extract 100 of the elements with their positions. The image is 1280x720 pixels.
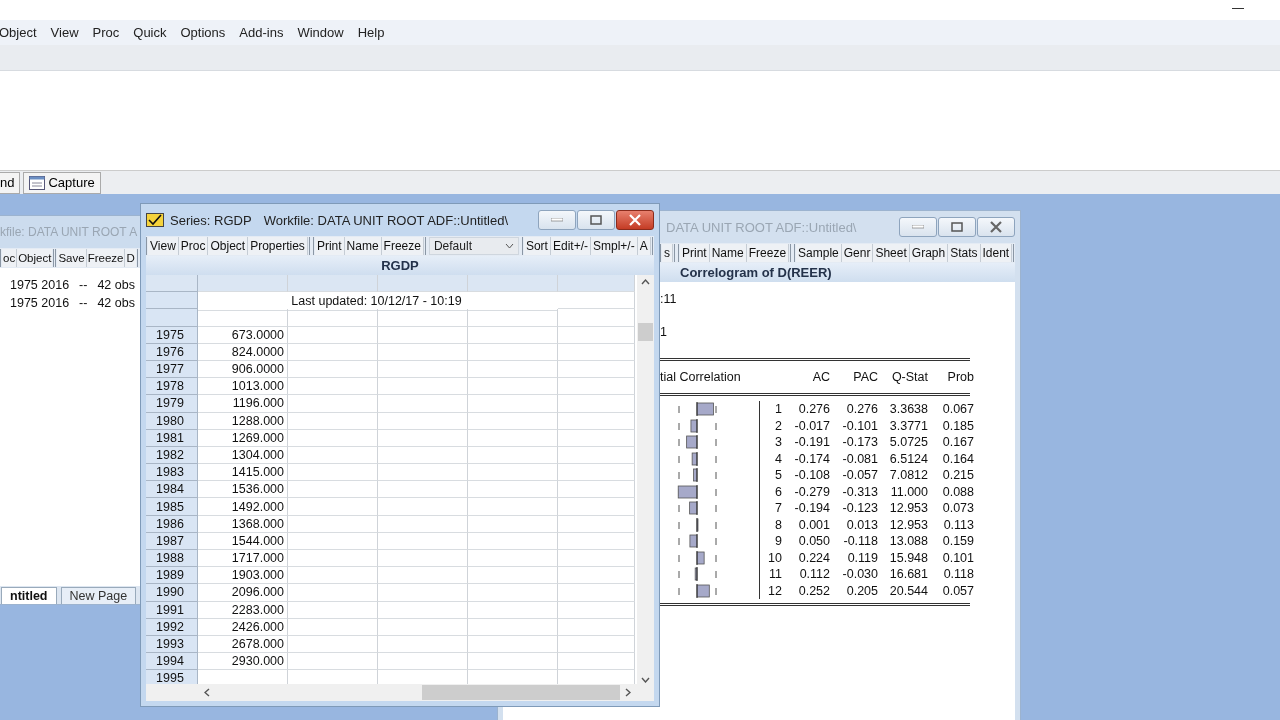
toolbar-button[interactable]: Proc <box>178 237 209 255</box>
table-cell-text: -0.101 <box>841 417 878 434</box>
page-tab[interactable]: ntitled <box>1 587 57 604</box>
close-button[interactable] <box>616 210 654 230</box>
table-cell-text: -0.194 <box>793 500 830 517</box>
maximize-icon <box>951 222 963 232</box>
table-cell-text: 12.953 <box>888 500 928 517</box>
toolbar-button[interactable]: Name <box>709 244 747 262</box>
row-header: 1978 <box>146 378 198 396</box>
row-header <box>146 309 198 327</box>
horizontal-scrollbar[interactable] <box>146 684 637 701</box>
maximize-button[interactable] <box>577 210 615 230</box>
toolbar-button[interactable]: Sort <box>523 237 551 255</box>
menu-item[interactable]: Options <box>173 25 233 40</box>
table-cell: 1304.000 <box>198 446 288 465</box>
table-cell-text: 12 <box>767 582 782 599</box>
toolbar-button[interactable]: Genr <box>841 244 874 262</box>
minimize-icon <box>551 218 563 222</box>
table-cell-text: 3.3638 <box>888 401 928 418</box>
table-cell: 1536.000 <box>198 481 288 499</box>
column-header: tial Correlation <box>660 370 741 384</box>
toolbar-button[interactable]: Object <box>208 237 249 255</box>
dash-text: -- <box>79 296 88 310</box>
table-cell: 1415.000 <box>198 464 288 482</box>
toolbar-button[interactable]: oc <box>2 249 18 267</box>
toolbar-button[interactable]: View <box>148 237 179 255</box>
scrollbar-thumb[interactable] <box>422 685 620 700</box>
table-cell-text: -0.017 <box>793 417 830 434</box>
menu-item[interactable]: Add-ins <box>232 25 291 40</box>
toolbar-button[interactable]: Print <box>680 244 710 262</box>
table-cell-text: 0.119 <box>846 549 878 566</box>
row-header: 1994 <box>146 653 198 671</box>
table-cell: 2678.000 <box>198 635 288 654</box>
menu-item[interactable]: Help <box>350 25 392 40</box>
table-cell-text: 0.159 <box>941 533 974 550</box>
toolbar-button[interactable]: Freeze <box>381 237 424 255</box>
menu-item[interactable]: View <box>43 25 86 40</box>
table-cell-text: 12.953 <box>888 516 928 533</box>
toolbar-button[interactable]: Edit+/- <box>550 237 591 255</box>
menu-item[interactable]: Object <box>0 25 44 40</box>
maximize-button[interactable] <box>938 217 976 237</box>
view-dropdown[interactable]: Default <box>428 237 519 255</box>
table-cell-text: 4 <box>774 450 782 467</box>
minimize-icon <box>912 225 924 229</box>
toolbar-button[interactable]: D <box>125 249 136 267</box>
table-cell-text: -0.108 <box>793 467 830 484</box>
table-cell-text: 11.000 <box>889 483 928 500</box>
menu-item[interactable]: Proc <box>85 25 127 40</box>
table-cell-text: 0.013 <box>845 516 878 533</box>
window-icon <box>29 175 46 190</box>
view-heading: Correlogram of D(REER) <box>680 265 832 280</box>
table-cell-text: 0.073 <box>941 500 974 517</box>
table-cell-text: 0.001 <box>797 516 830 533</box>
close-button[interactable] <box>977 217 1015 237</box>
table-cell: 1368.000 <box>198 515 288 533</box>
toolbar-button[interactable]: Sample <box>796 244 842 262</box>
chevron-down-icon <box>641 677 650 683</box>
toolbar-button[interactable]: Freeze <box>86 249 126 267</box>
toolbar-button[interactable]: Print <box>314 237 345 255</box>
toolbar-button[interactable]: s <box>662 244 673 262</box>
chevron-left-icon <box>204 688 210 697</box>
table-cell-text: 0.101 <box>941 549 974 566</box>
table-cell: 673.0000 <box>198 326 288 344</box>
toolbar-button[interactable]: Stats <box>948 244 981 262</box>
menu-item[interactable]: Window <box>290 25 351 40</box>
toolbar-button[interactable]: Name <box>344 237 382 255</box>
capture-button[interactable]: Capture <box>23 171 101 194</box>
toolbar-button[interactable]: Smpl+/- <box>590 237 638 255</box>
page-tab[interactable]: New Page <box>60 587 137 604</box>
column-header: Q-Stat <box>891 370 928 384</box>
table-cell-text: 0.050 <box>797 533 830 550</box>
row-header: 1995 <box>146 670 198 684</box>
chevron-down-icon <box>504 243 514 249</box>
row-header: 1989 <box>146 567 198 585</box>
table-cell-text: -0.174 <box>793 450 830 467</box>
series-check-icon <box>146 213 164 227</box>
menu-item[interactable]: Quick <box>126 25 174 40</box>
vertical-scrollbar[interactable] <box>637 275 654 701</box>
toolbar-button[interactable]: Ident <box>980 244 1013 262</box>
table-cell-text: 0.224 <box>797 549 830 566</box>
table-cell-text: 15.948 <box>888 549 928 566</box>
table-cell-text: 6.5124 <box>888 450 928 467</box>
scrollbar-thumb[interactable] <box>638 323 653 341</box>
toolbar-button[interactable]: Properties <box>248 237 308 255</box>
toolbar-button[interactable]: Graph <box>909 244 949 262</box>
row-header: 1988 <box>146 550 198 568</box>
command-button[interactable]: nd <box>0 171 21 194</box>
dash-text: -- <box>79 278 88 292</box>
table-cell: 824.0000 <box>198 343 288 361</box>
table-cell-text: 0.252 <box>797 582 830 599</box>
toolbar-button[interactable]: Object <box>17 249 53 267</box>
maximize-icon <box>590 215 602 225</box>
row-header: 1984 <box>146 481 198 499</box>
toolbar-button[interactable]: Freeze <box>746 244 790 262</box>
toolbar-button[interactable]: Save <box>57 249 87 267</box>
minimize-button[interactable] <box>538 210 576 230</box>
table-cell-text: 11 <box>768 566 782 583</box>
toolbar-button[interactable]: Sheet <box>873 244 910 262</box>
table-cell-text: -0.279 <box>793 483 830 500</box>
minimize-button[interactable] <box>899 217 937 237</box>
